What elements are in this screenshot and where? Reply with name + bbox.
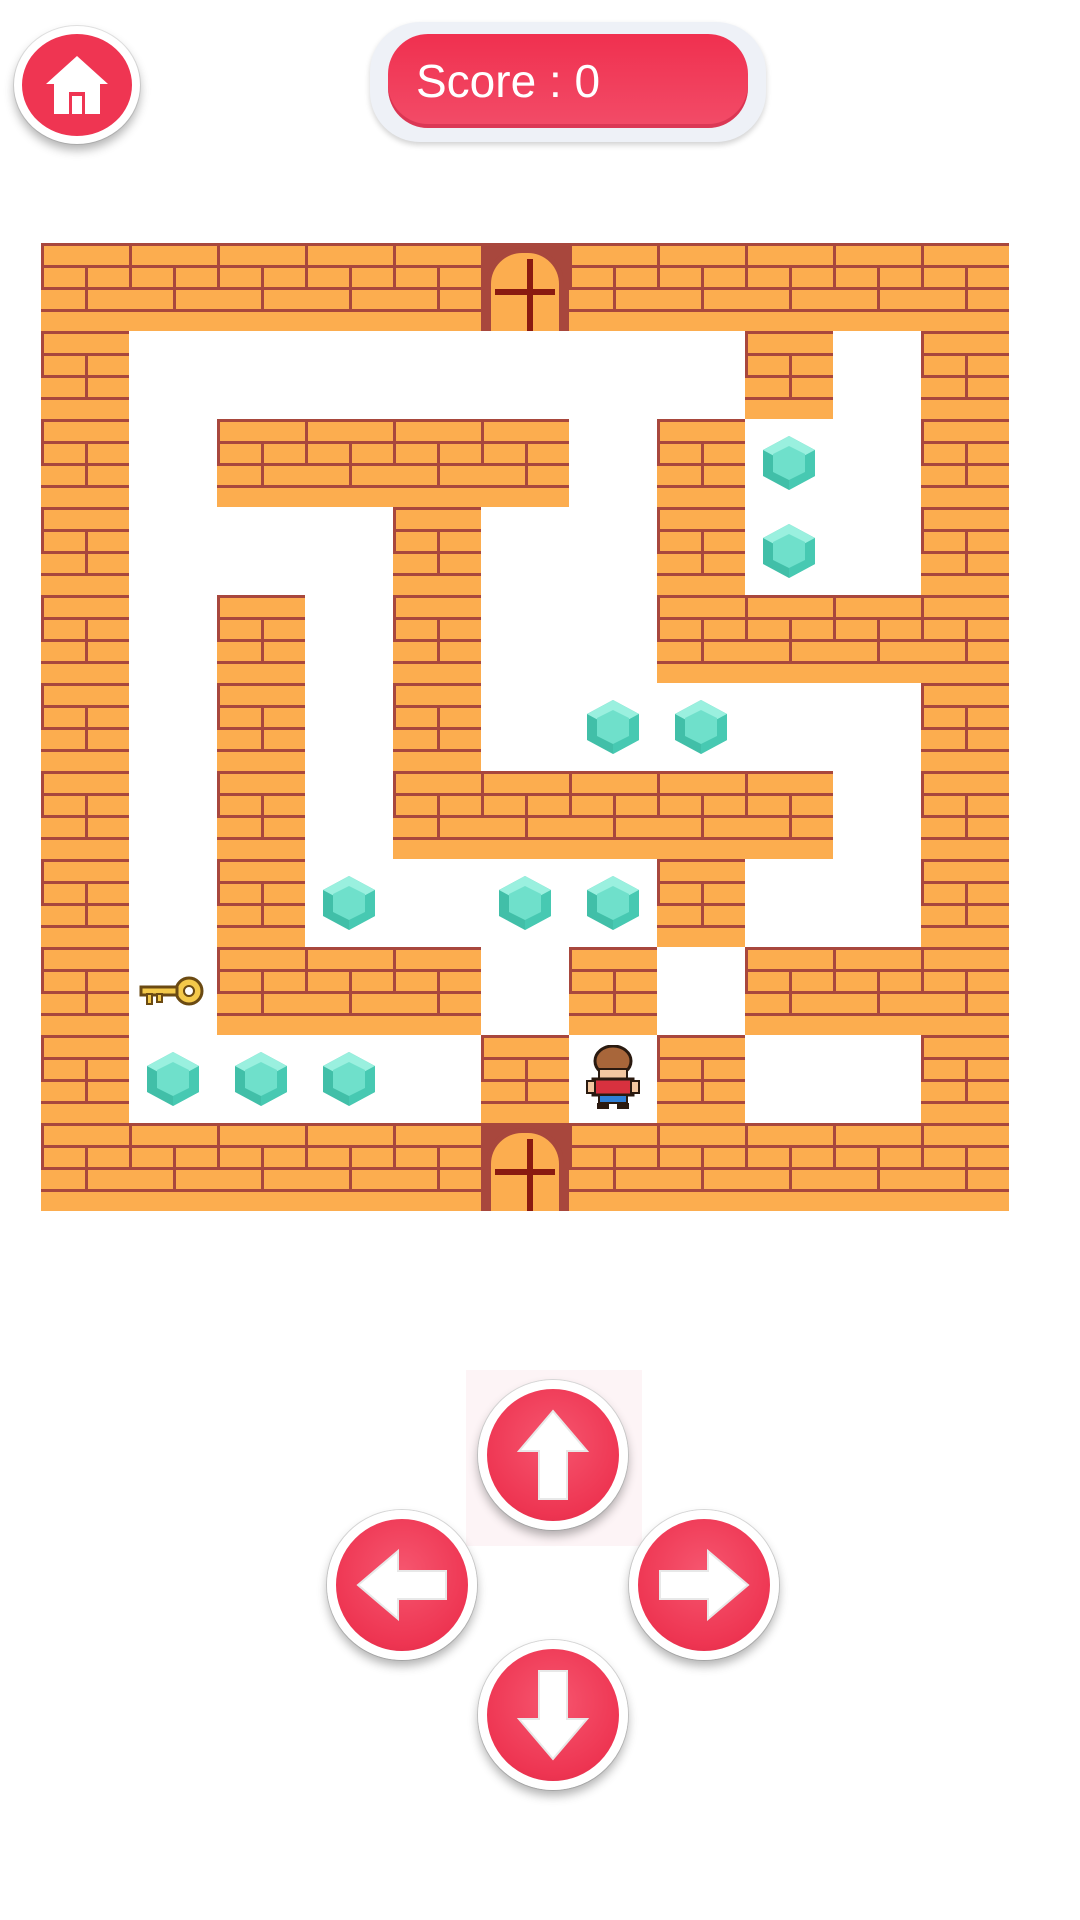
- brick-wall: [745, 771, 833, 859]
- brick-wall: [41, 859, 129, 947]
- brick-wall: [481, 771, 569, 859]
- brick-wall: [921, 507, 1009, 595]
- brick-wall: [657, 419, 745, 507]
- gem-icon: [673, 698, 729, 756]
- brick-wall: [921, 947, 1009, 1035]
- gem-icon: [497, 874, 553, 932]
- brick-wall: [393, 771, 481, 859]
- brick-wall: [921, 1035, 1009, 1123]
- brick-wall: [833, 947, 921, 1035]
- brick-wall: [393, 683, 481, 771]
- brick-wall: [657, 771, 745, 859]
- brick-wall: [657, 595, 745, 683]
- brick-wall: [217, 419, 305, 507]
- brick-wall: [41, 1123, 129, 1211]
- brick-wall: [129, 1123, 217, 1211]
- brick-wall: [217, 1123, 305, 1211]
- gem-icon: [585, 698, 641, 756]
- brick-wall: [569, 1123, 657, 1211]
- score-label: Score : 0: [416, 55, 601, 107]
- brick-wall: [217, 683, 305, 771]
- brick-wall: [569, 947, 657, 1035]
- arrow-down-icon: [516, 1670, 590, 1761]
- brick-wall: [41, 331, 129, 419]
- brick-wall: [745, 1123, 833, 1211]
- gem-icon: [585, 874, 641, 932]
- brick-wall: [481, 419, 569, 507]
- brick-wall: [833, 595, 921, 683]
- gem-icon: [321, 874, 377, 932]
- brick-wall: [305, 947, 393, 1035]
- door-icon: [486, 1128, 564, 1211]
- gem-icon: [321, 1050, 377, 1108]
- brick-wall: [393, 507, 481, 595]
- brick-wall: [41, 947, 129, 1035]
- gem-icon: [233, 1050, 289, 1108]
- left-button[interactable]: [327, 1510, 477, 1660]
- brick-wall: [833, 243, 921, 331]
- entrance-door-bottom: [481, 1123, 569, 1211]
- brick-wall: [217, 771, 305, 859]
- brick-wall: [481, 1035, 569, 1123]
- brick-wall: [921, 419, 1009, 507]
- brick-wall: [393, 595, 481, 683]
- player-character-icon: [585, 1044, 641, 1116]
- score-panel: Score : 0: [370, 22, 766, 142]
- gem-icon: [145, 1050, 201, 1108]
- brick-wall: [921, 859, 1009, 947]
- gem-icon: [761, 522, 817, 580]
- brick-wall: [393, 243, 481, 331]
- brick-wall: [305, 243, 393, 331]
- key-icon: [139, 974, 205, 1013]
- brick-wall: [745, 595, 833, 683]
- brick-wall: [41, 595, 129, 683]
- brick-wall: [41, 771, 129, 859]
- up-button[interactable]: [478, 1380, 628, 1530]
- brick-wall: [569, 243, 657, 331]
- brick-wall: [217, 595, 305, 683]
- brick-wall: [41, 243, 129, 331]
- brick-wall: [921, 331, 1009, 419]
- brick-wall: [217, 947, 305, 1035]
- brick-wall: [569, 771, 657, 859]
- brick-wall: [393, 419, 481, 507]
- brick-wall: [657, 1123, 745, 1211]
- brick-wall: [921, 683, 1009, 771]
- brick-wall: [129, 243, 217, 331]
- maze-board: [41, 243, 1009, 1215]
- brick-wall: [41, 1035, 129, 1123]
- arrow-left-icon: [356, 1548, 447, 1622]
- brick-wall: [41, 683, 129, 771]
- brick-wall: [745, 243, 833, 331]
- brick-wall: [657, 507, 745, 595]
- arrow-right-icon: [659, 1548, 750, 1622]
- gem-icon: [761, 434, 817, 492]
- brick-wall: [217, 243, 305, 331]
- brick-wall: [657, 859, 745, 947]
- brick-wall: [921, 771, 1009, 859]
- exit-door-top: [481, 243, 569, 331]
- brick-wall: [921, 595, 1009, 683]
- brick-wall: [217, 859, 305, 947]
- brick-wall: [305, 1123, 393, 1211]
- brick-wall: [921, 243, 1009, 331]
- brick-wall: [833, 1123, 921, 1211]
- brick-wall: [305, 419, 393, 507]
- door-icon: [486, 248, 564, 331]
- brick-wall: [745, 947, 833, 1035]
- brick-wall: [41, 507, 129, 595]
- home-icon: [46, 56, 108, 114]
- score-display: Score : 0: [388, 34, 748, 128]
- brick-wall: [921, 1123, 1009, 1211]
- arrow-up-icon: [516, 1409, 590, 1500]
- right-button[interactable]: [629, 1510, 779, 1660]
- brick-wall: [657, 243, 745, 331]
- brick-wall: [41, 419, 129, 507]
- down-button[interactable]: [478, 1640, 628, 1790]
- brick-wall: [393, 947, 481, 1035]
- home-button[interactable]: [14, 26, 140, 144]
- brick-wall: [393, 1123, 481, 1211]
- brick-wall: [745, 331, 833, 419]
- brick-wall: [657, 1035, 745, 1123]
